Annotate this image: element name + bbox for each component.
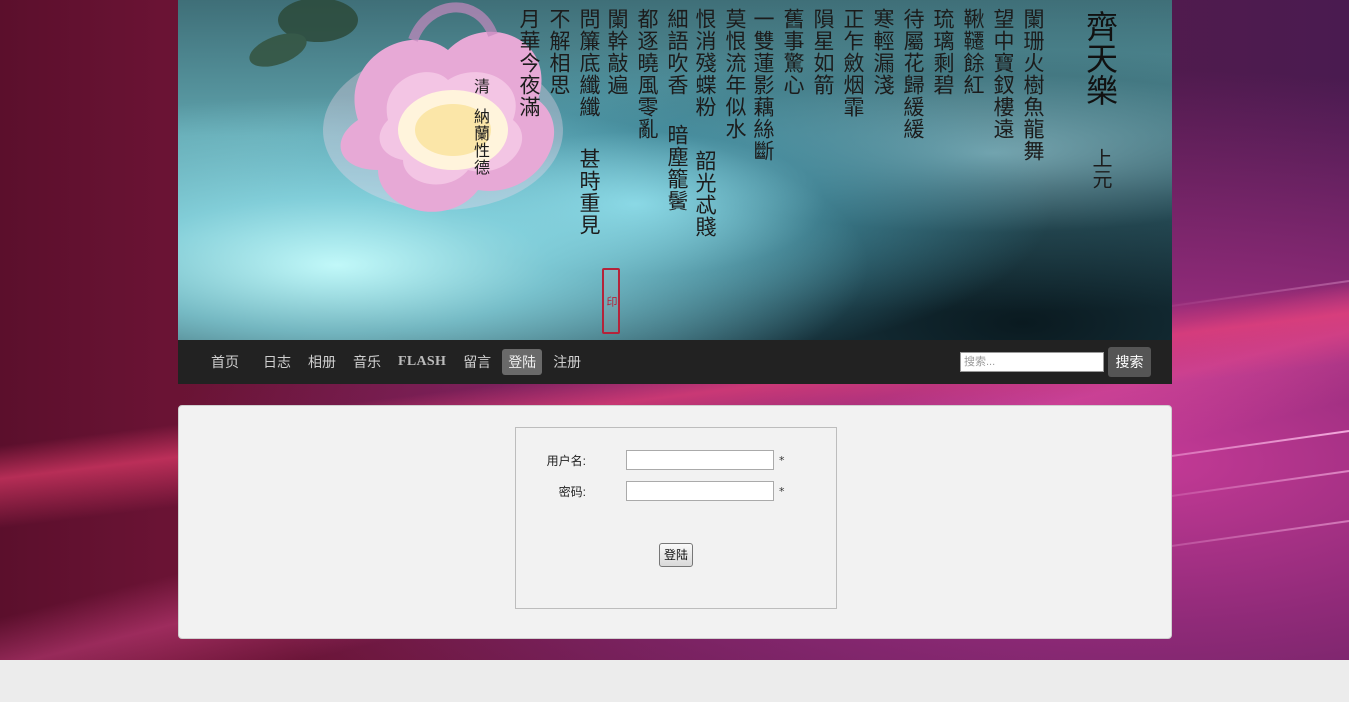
poem-column: 闌珊火樹魚龍舞 bbox=[1021, 8, 1045, 162]
poem-column: 都逐曉風零亂 bbox=[635, 8, 659, 140]
nav-item-register[interactable]: 注册 bbox=[547, 349, 587, 375]
poem-column-lower: 甚時重見 bbox=[577, 148, 601, 236]
poem-column: 問簾底纖纖 bbox=[577, 8, 601, 118]
main-nav: 首页 日志 相册 音乐 FLASH 留言 登陆 注册 搜索 bbox=[178, 340, 1172, 384]
poem-column: 闌幹敲遍 bbox=[605, 8, 629, 96]
nav-item-login[interactable]: 登陆 bbox=[502, 349, 543, 375]
poem-column: 一雙蓮影藕絲斷 bbox=[751, 8, 775, 162]
poem-column: 望中寶釵樓遠 bbox=[991, 8, 1015, 140]
nav-item-guestbook[interactable]: 留言 bbox=[457, 349, 497, 375]
poem-column: 鞦韆餘紅 bbox=[961, 8, 985, 96]
poem-column: 舊事驚心 bbox=[781, 8, 805, 96]
header-banner: 齊天樂 上元 闌珊火樹魚龍舞 望中寶釵樓遠 鞦韆餘紅 琉璃剩碧 待屬花歸緩緩 寒… bbox=[178, 0, 1172, 340]
poem-column: 琉璃剩碧 bbox=[931, 8, 955, 96]
poem-column: 月華今夜滿 bbox=[517, 8, 541, 118]
password-label: 密码: bbox=[558, 484, 586, 499]
search-input[interactable] bbox=[960, 352, 1104, 372]
nav-item-album[interactable]: 相册 bbox=[302, 349, 342, 375]
red-seal-stamp: 印 bbox=[602, 268, 620, 334]
poem-subtitle: 上元 bbox=[1089, 148, 1113, 190]
poem-column: 莫恨流年似水 bbox=[723, 8, 747, 140]
nav-item-home[interactable]: 首页 bbox=[205, 349, 245, 375]
password-field[interactable] bbox=[626, 481, 774, 501]
nav-item-blog[interactable]: 日志 bbox=[257, 349, 297, 375]
login-form: 用户名: * 密码: * 登陆 bbox=[515, 427, 837, 609]
required-mark: * bbox=[779, 453, 785, 467]
poem-column: 細語吹香 bbox=[665, 8, 689, 96]
password-row: 密码: * bbox=[516, 480, 838, 502]
nav-item-flash[interactable]: FLASH bbox=[392, 349, 452, 375]
poem-column-lower: 暗塵籠鬢 bbox=[665, 124, 689, 212]
username-field[interactable] bbox=[626, 450, 774, 470]
poem-column: 不解相思 bbox=[547, 8, 571, 96]
search-button[interactable]: 搜索 bbox=[1108, 347, 1151, 377]
page-wrapper: 齊天樂 上元 闌珊火樹魚龍舞 望中寶釵樓遠 鞦韆餘紅 琉璃剩碧 待屬花歸緩緩 寒… bbox=[178, 0, 1172, 384]
username-label: 用户名: bbox=[546, 453, 586, 468]
nav-item-music[interactable]: 音乐 bbox=[347, 349, 387, 375]
search-bar: 搜索 bbox=[960, 347, 1151, 377]
content-panel: 用户名: * 密码: * 登陆 bbox=[178, 405, 1172, 639]
login-submit-button[interactable]: 登陆 bbox=[659, 543, 693, 567]
poem-column-lower: 韶光忒賤 bbox=[693, 150, 717, 238]
poem-column: 待屬花歸緩緩 bbox=[901, 8, 925, 140]
poem-column: 隕星如箭 bbox=[811, 8, 835, 96]
poem-column: 恨消殘蝶粉 bbox=[693, 8, 717, 118]
username-row: 用户名: * bbox=[516, 449, 838, 471]
poem-column: 正乍斂烟霏 bbox=[841, 8, 865, 118]
poem-column: 寒輕漏淺 bbox=[871, 8, 895, 96]
required-mark: * bbox=[779, 484, 785, 498]
poem-title: 齊天樂 bbox=[1081, 10, 1119, 106]
poem-author-name: 納蘭性德 bbox=[471, 108, 490, 176]
poem-author-dynasty: 清 bbox=[471, 78, 490, 95]
